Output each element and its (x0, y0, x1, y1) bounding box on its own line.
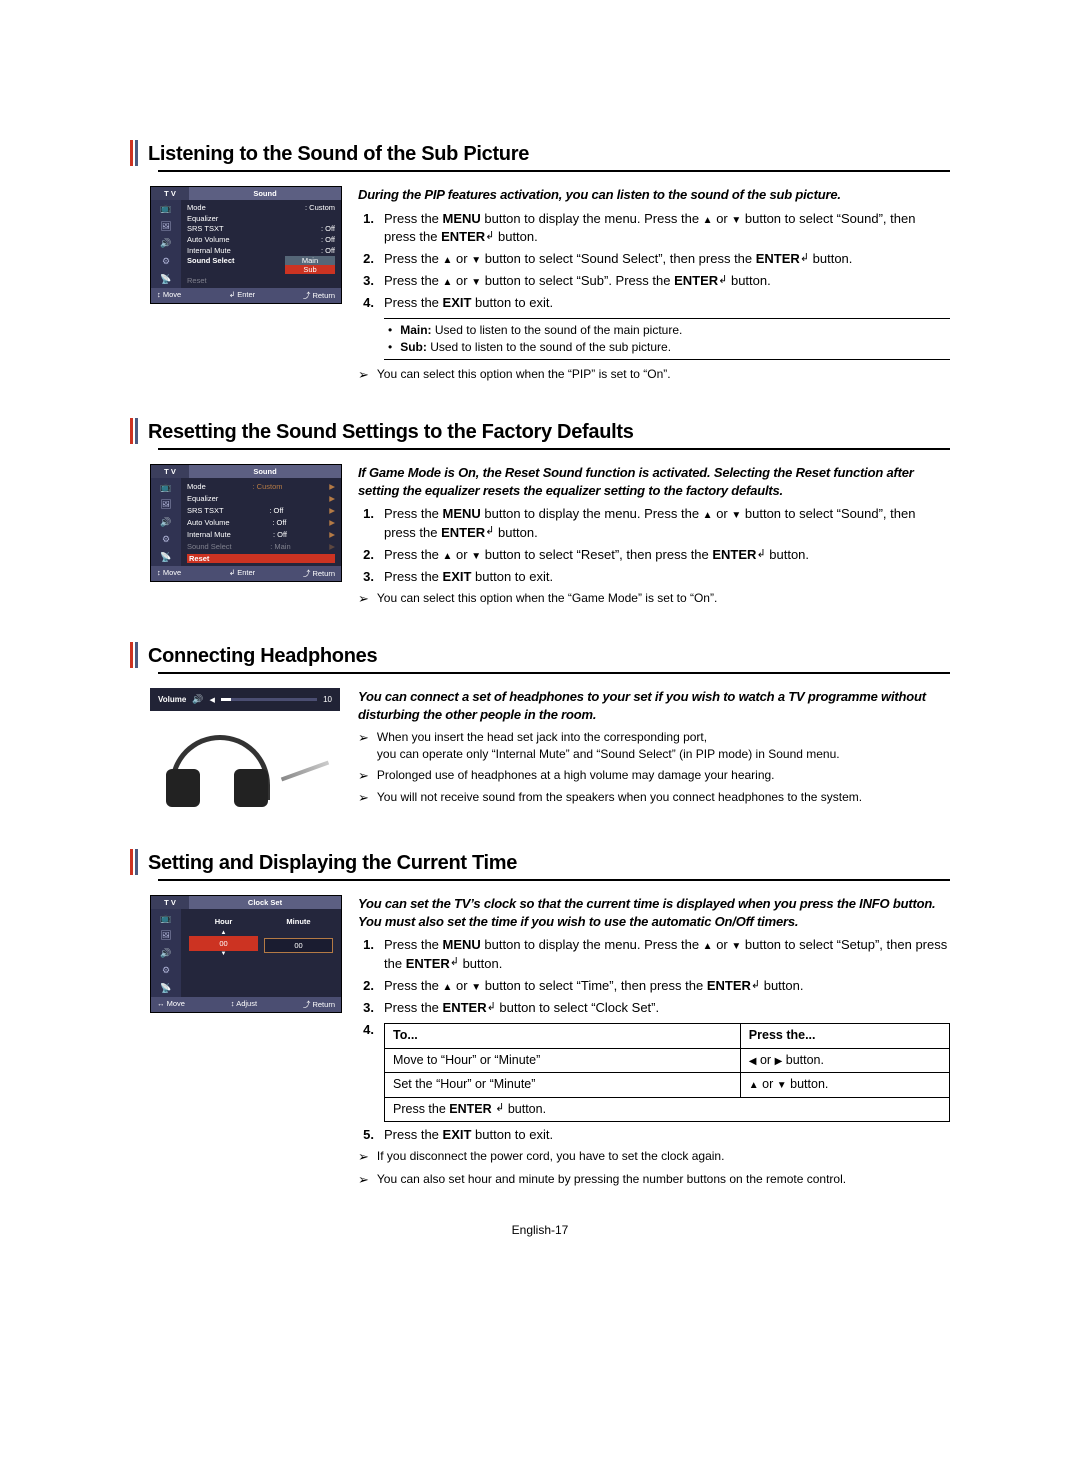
tv-menu-sound-sub: T VSound 📺🖼🔊⚙📡 Mode: Custom Equalizer SR… (150, 186, 342, 304)
right-col: During the PIP features activation, you … (358, 186, 950, 384)
menu-title: Sound (189, 187, 341, 200)
page-footer: English-17 (130, 1223, 950, 1237)
left-col: T VSound 📺🖼🔊⚙📡 Mode: Custom Equalizer SR… (150, 186, 340, 384)
menu-list: Mode: Custom Equalizer SRS TSXT: Off Aut… (181, 200, 341, 288)
tv-menu-sound-reset: T VSound 📺🖼🔊⚙📡 Mode: Custom▶ Equalizer▶ … (150, 464, 342, 582)
intro: During the PIP features activation, you … (358, 186, 950, 204)
section-title-row: Listening to the Sound of the Sub Pictur… (130, 140, 950, 166)
section-reset-sound: Resetting the Sound Settings to the Fact… (130, 418, 950, 608)
section-headphones: Connecting Headphones Volume 🔊 ◀ 10 You … (130, 642, 950, 815)
tv-label: T V (151, 187, 189, 200)
note: You can select this option when the “PIP… (358, 366, 950, 384)
title-bars-icon (130, 642, 138, 668)
enter-icon: ↲ (485, 229, 494, 244)
down-icon (471, 273, 481, 288)
section-clock: Setting and Displaying the Current Time … (130, 849, 950, 1188)
section-title: Listening to the Sound of the Sub Pictur… (148, 140, 529, 166)
tv-menu-clock-set: T VClock Set 📺🖼🔊⚙📡 Hour▲00▼ Minute00 ↔ M… (150, 895, 342, 1013)
enter-icon: ↲ (718, 273, 727, 288)
up-icon (703, 211, 713, 226)
steps: 1.Press the MENU button to display the m… (358, 210, 950, 313)
intro: If Game Mode is On, the Reset Sound func… (358, 464, 950, 499)
intro: You can set the TV’s clock so that the c… (358, 895, 950, 930)
intro: You can connect a set of headphones to y… (358, 688, 950, 723)
page: Listening to the Sound of the Sub Pictur… (0, 0, 1080, 1297)
up-icon (443, 273, 453, 288)
title-bars-icon (130, 849, 138, 875)
section-title: Resetting the Sound Settings to the Fact… (148, 418, 634, 444)
down-icon (471, 251, 481, 266)
pointer-icon (358, 366, 369, 384)
section-title: Connecting Headphones (148, 642, 377, 668)
to-press-table: To...Press the... Move to “Hour” or “Min… (384, 1023, 950, 1122)
menu-icons: 📺🖼🔊⚙📡 (151, 200, 181, 288)
up-icon (443, 251, 453, 266)
content-row: T VSound 📺🖼🔊⚙📡 Mode: Custom Equalizer SR… (130, 186, 950, 384)
down-icon (731, 211, 741, 226)
speaker-icon: 🔊 (192, 694, 203, 705)
note-block: Main: Used to listen to the sound of the… (384, 318, 950, 360)
section-sub-picture-sound: Listening to the Sound of the Sub Pictur… (130, 140, 950, 384)
headphones-illustration (150, 725, 340, 815)
enter-icon: ↲ (800, 251, 809, 266)
title-underline-icon (158, 170, 950, 172)
section-title: Setting and Displaying the Current Time (148, 849, 517, 875)
title-bars-icon (130, 140, 138, 166)
volume-bar: Volume 🔊 ◀ 10 (150, 688, 340, 711)
title-bars-icon (130, 418, 138, 444)
